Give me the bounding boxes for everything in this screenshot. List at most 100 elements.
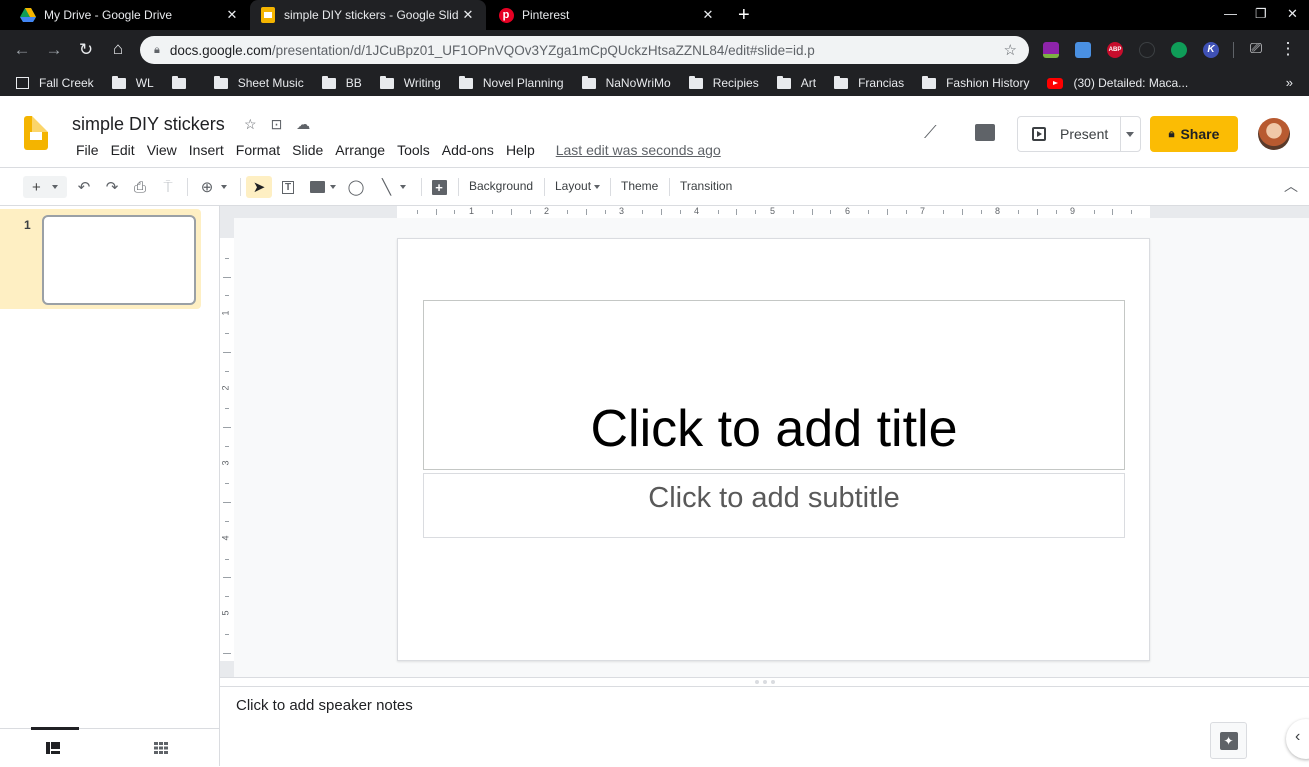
user-avatar[interactable] (1258, 118, 1290, 150)
subtitle-placeholder[interactable]: Click to add subtitle (423, 473, 1125, 538)
grid-view-icon[interactable] (154, 741, 168, 759)
back-icon[interactable]: ← (12, 40, 32, 60)
google-slides-logo-icon[interactable] (24, 116, 48, 150)
new-slide-button[interactable]: + (23, 176, 67, 198)
speaker-notes[interactable]: Click to add speaker notes (236, 697, 413, 714)
star-icon[interactable]: ☆ (244, 116, 257, 133)
bookmark-sheet-music[interactable]: Sheet Music (213, 75, 304, 90)
adblock-plus-icon[interactable]: ABP (1107, 42, 1123, 58)
ruler-tick (567, 210, 569, 214)
add-comment-button[interactable]: + (429, 176, 449, 198)
close-tab-icon[interactable]: ✕ (222, 7, 242, 23)
tab-google-drive[interactable]: My Drive - Google Drive ✕ (0, 0, 250, 30)
present-options-dropdown[interactable] (1126, 132, 1134, 137)
collapse-toolbar-icon[interactable]: ︿ (1284, 176, 1298, 196)
undo-icon[interactable]: ↶ (74, 176, 94, 198)
bookmark-star-icon[interactable]: ☆ (1004, 41, 1017, 59)
bookmark-wl[interactable]: WL (111, 75, 154, 90)
bookmark-recipies[interactable]: Recipies (688, 75, 759, 90)
last-edit-link[interactable]: Last edit was seconds ago (556, 142, 721, 158)
ruler-tick (225, 257, 229, 259)
bookmark-art[interactable]: Art (776, 75, 816, 90)
move-to-folder-icon[interactable]: ⊡ (271, 116, 283, 133)
new-tab-button[interactable]: + (738, 4, 750, 27)
cloud-saved-icon[interactable]: ☁ (296, 116, 310, 133)
folder-icon (922, 75, 937, 89)
bookmark-fall-creek[interactable]: Fall Creek (16, 76, 94, 90)
forward-icon[interactable]: → (44, 40, 64, 60)
chevron-down-icon (594, 184, 601, 189)
minimize-icon[interactable]: — (1224, 6, 1237, 21)
menu-help[interactable]: Help (500, 142, 541, 158)
slide-canvas[interactable]: Click to add title Click to add subtitle (397, 238, 1150, 661)
bookmark-writing[interactable]: Writing (379, 75, 441, 90)
document-title[interactable]: simple DIY stickers (72, 114, 225, 135)
close-tab-icon[interactable]: ✕ (698, 7, 718, 23)
title-placeholder[interactable]: Click to add title (423, 300, 1125, 470)
horizontal-ruler-active[interactable]: 1 2 3 4 5 6 7 8 9 (397, 206, 1150, 218)
reload-icon[interactable]: ↻ (76, 40, 96, 60)
menu-insert[interactable]: Insert (183, 142, 230, 158)
line-tool[interactable]: ╲ (376, 176, 412, 198)
bookmark-folder-unnamed[interactable] (171, 75, 196, 89)
menu-format[interactable]: Format (230, 142, 286, 158)
restore-window-icon[interactable]: ❐ (1255, 6, 1267, 22)
address-bar[interactable]: 🔒︎ docs.google.com/presentation/d/1JCuBp… (140, 36, 1029, 64)
extension-purple-icon[interactable] (1043, 42, 1059, 58)
bookmark-youtube-video[interactable]: (30) Detailed: Maca... (1047, 76, 1188, 90)
close-tab-icon[interactable]: ✕ (458, 7, 478, 23)
ruler-tick (792, 210, 794, 214)
vertical-ruler-active[interactable]: 1 2 3 4 5 (220, 238, 234, 661)
paint-format-icon[interactable]: ⍑ (158, 176, 178, 198)
bookmark-fashion-history[interactable]: Fashion History (922, 75, 1029, 90)
comments-icon[interactable] (975, 124, 995, 141)
background-button[interactable]: Background (469, 179, 533, 193)
menu-arrange[interactable]: Arrange (329, 142, 391, 158)
print-icon[interactable]: ⎙ (130, 176, 150, 198)
home-icon[interactable]: ⌂ (108, 39, 128, 59)
timer-extension-icon[interactable] (1139, 42, 1155, 58)
text-box-tool[interactable]: T (278, 176, 298, 198)
tab-pinterest[interactable]: p Pinterest ✕ (486, 0, 726, 30)
folder-icon (776, 75, 791, 89)
insert-image-button[interactable] (306, 176, 340, 198)
explore-button[interactable]: ✦ (1210, 722, 1247, 759)
share-button[interactable]: 🔒︎ Share (1150, 116, 1238, 152)
bookmark-novel-planning[interactable]: Novel Planning (458, 75, 564, 90)
ruler-tick (604, 210, 606, 214)
filmstrip-slide[interactable]: 1 (0, 209, 201, 309)
shape-tool[interactable]: ◯ (346, 176, 366, 198)
menu-tools[interactable]: Tools (391, 142, 436, 158)
bookmarks-overflow-button[interactable]: » (1286, 75, 1293, 90)
tab-title: simple DIY stickers - Google Slides (284, 8, 458, 22)
select-tool[interactable]: ➤ (246, 176, 272, 198)
drag-handle-icon[interactable] (755, 680, 775, 684)
menu-slide[interactable]: Slide (286, 142, 329, 158)
zoom-button[interactable]: ⊕ (196, 176, 232, 198)
activity-trend-icon[interactable]: ⟋ (924, 122, 937, 143)
filmstrip-view-icon[interactable] (46, 741, 60, 759)
chrome-menu-icon[interactable]: ⋮ (1278, 39, 1298, 59)
menu-view[interactable]: View (141, 142, 183, 158)
bookmark-francias[interactable]: Francias (834, 75, 904, 90)
tab-google-slides[interactable]: simple DIY stickers - Google Slides ✕ (250, 0, 486, 30)
bookmark-bb[interactable]: BB (321, 75, 362, 90)
present-button[interactable]: Present (1017, 116, 1141, 152)
menu-file[interactable]: File (70, 142, 105, 158)
transition-button[interactable]: Transition (680, 179, 732, 193)
k-extension-icon[interactable]: K (1203, 42, 1219, 58)
screenshot-extension-icon[interactable] (1075, 42, 1091, 58)
menu-add-ons[interactable]: Add-ons (436, 142, 500, 158)
ruler-tick (225, 633, 229, 635)
green-extension-icon[interactable] (1171, 42, 1187, 58)
cast-icon[interactable]: ⎚ (1246, 40, 1266, 57)
side-panel-toggle[interactable]: ‹ (1286, 719, 1309, 759)
redo-icon[interactable]: ↷ (102, 176, 122, 198)
theme-button[interactable]: Theme (621, 179, 658, 193)
bookmark-nanowrimo[interactable]: NaNoWriMo (581, 75, 671, 90)
menu-edit[interactable]: Edit (105, 142, 141, 158)
layout-button[interactable]: Layout (555, 179, 601, 193)
slide-thumbnail[interactable] (42, 215, 196, 305)
ruler-tick (225, 596, 229, 598)
close-window-icon[interactable]: ✕ (1287, 6, 1298, 22)
